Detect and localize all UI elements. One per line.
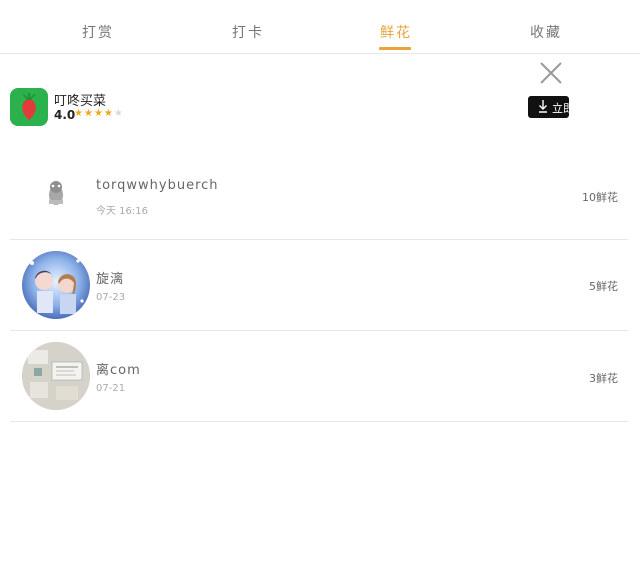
app-radish-icon xyxy=(10,88,48,126)
avatar[interactable] xyxy=(22,342,90,410)
close-icon[interactable] xyxy=(538,60,564,86)
active-tab-indicator xyxy=(379,47,411,50)
download-icon xyxy=(539,100,547,113)
star-rating: ★★★★★ xyxy=(74,108,124,119)
user-name: 旋漓 xyxy=(96,272,125,287)
list-item[interactable]: 旋漓 07-23 5鲜花 xyxy=(10,240,628,331)
download-button[interactable]: 立即 xyxy=(528,96,569,118)
ad-banner[interactable]: 叮咚买菜 4.0 ★★★★★ xyxy=(10,88,570,128)
flower-count: 5鲜花 xyxy=(589,280,618,293)
app-rating: 4.0 xyxy=(54,108,76,122)
tab-reward[interactable]: 打赏 xyxy=(82,22,114,42)
user-name: 离com xyxy=(96,363,141,378)
gift-date: 07-23 xyxy=(96,292,126,303)
app-name: 叮咚买菜 xyxy=(54,94,107,109)
list-item[interactable]: torqwwhybuerch 今天 16:16 10鲜花 xyxy=(10,150,628,240)
flower-count: 3鲜花 xyxy=(589,372,618,385)
list-item[interactable]: 离com 07-21 3鲜花 xyxy=(10,331,628,422)
tab-bar: 打赏 打卡 鲜花 收藏 xyxy=(0,0,640,54)
star-icon: ★ xyxy=(103,108,114,119)
tab-flowers[interactable]: 鲜花 xyxy=(380,22,412,42)
star-icon: ★ xyxy=(93,108,104,119)
flower-count: 10鲜花 xyxy=(582,191,618,204)
star-icon: ★ xyxy=(74,108,84,119)
star-icon: ★ xyxy=(83,108,94,119)
avatar[interactable] xyxy=(22,160,90,228)
avatar[interactable] xyxy=(22,251,90,319)
user-name: torqwwhybuerch xyxy=(96,178,219,193)
tab-checkin[interactable]: 打卡 xyxy=(232,22,264,42)
gift-date: 今天 16:16 xyxy=(96,206,148,217)
download-label: 立即 xyxy=(552,102,569,115)
tab-favorites[interactable]: 收藏 xyxy=(530,22,562,42)
star-icon: ★ xyxy=(113,108,124,119)
gift-date: 07-21 xyxy=(96,383,126,394)
flower-list: torqwwhybuerch 今天 16:16 10鲜花 旋漓 07-23 5鲜… xyxy=(10,150,628,422)
